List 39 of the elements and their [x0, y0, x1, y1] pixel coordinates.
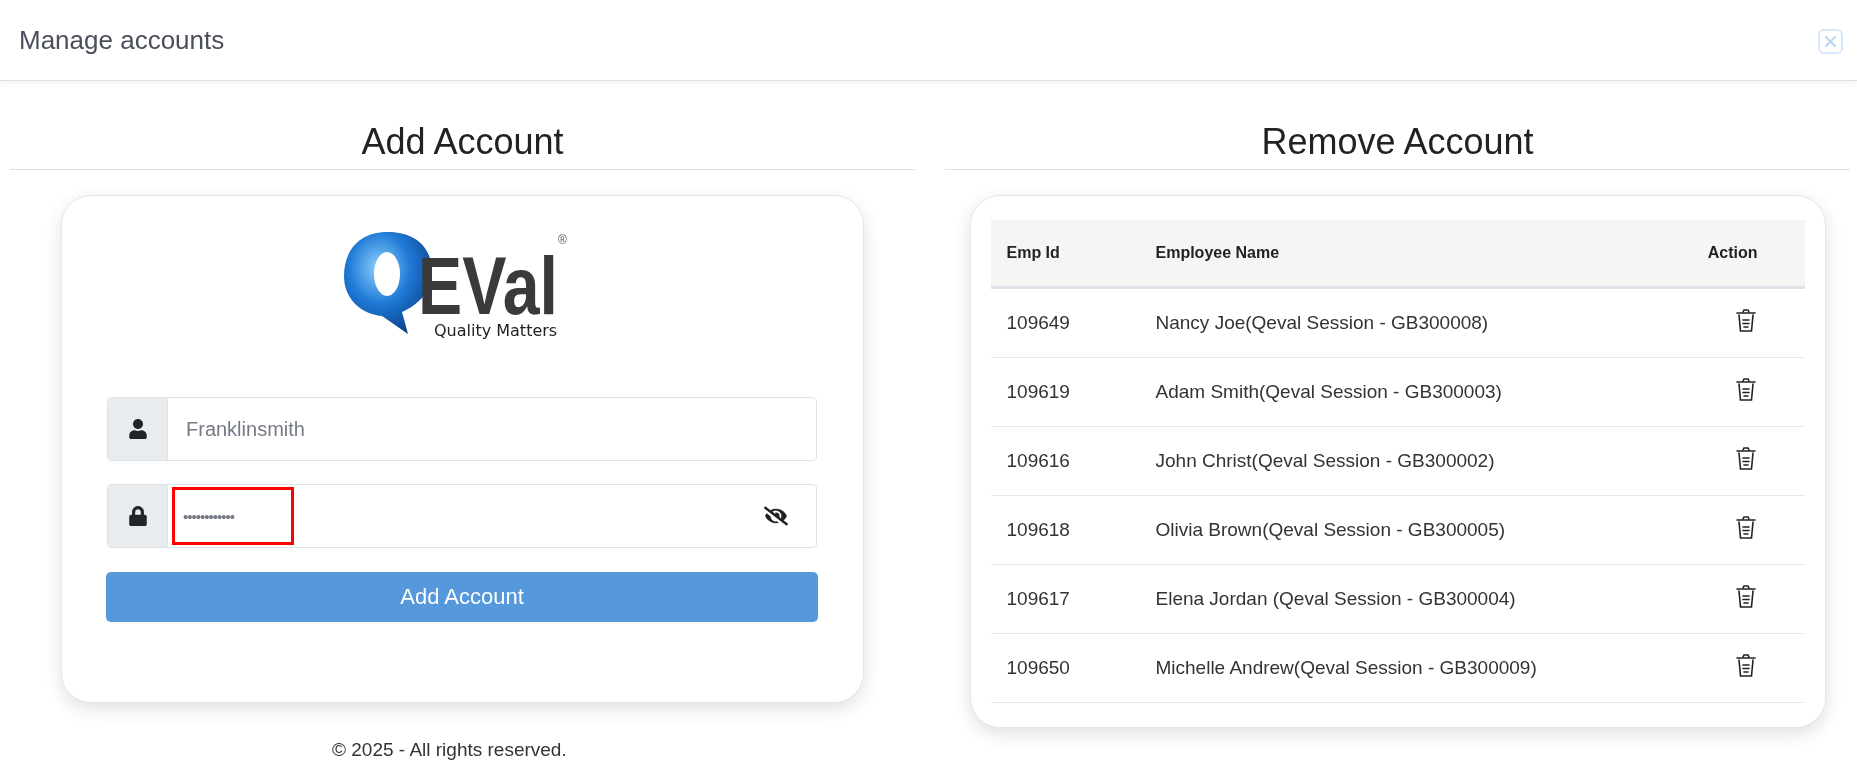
column-header: Emp Id — [990, 220, 1144, 288]
table-cell: 109618 — [990, 495, 1144, 565]
close-icon — [1825, 35, 1836, 47]
delete-button[interactable] — [1735, 308, 1756, 333]
window-title: Manage accounts — [19, 24, 225, 56]
table-cell: 109619 — [990, 357, 1144, 427]
column-header: Employee Name — [1143, 220, 1674, 288]
trash-icon — [1735, 308, 1756, 333]
trash-icon — [1735, 584, 1756, 609]
logo-drawing: EVal® Quality Matters — [342, 224, 582, 344]
delete-button[interactable] — [1735, 584, 1756, 609]
table-cell: John Christ(Qeval Session - GB300002) — [1143, 426, 1674, 496]
trash-icon — [1735, 653, 1756, 678]
trash-icon — [1735, 515, 1756, 540]
trash-icon — [1735, 377, 1756, 402]
lock-icon — [127, 506, 148, 526]
user-icon — [127, 419, 148, 439]
table-cell: 109617 — [990, 564, 1144, 634]
password-field[interactable]: •••••••••••• — [107, 484, 817, 548]
table-cell: 109616 — [990, 426, 1144, 496]
table-cell: 109650 — [990, 633, 1144, 703]
delete-button[interactable] — [1735, 446, 1756, 471]
table-cell: Adam Smith(Qeval Session - GB300003) — [1143, 357, 1674, 427]
section-heading: Add Account — [10, 121, 915, 170]
table-cell: Olivia Brown(Qeval Session - GB300005) — [1143, 495, 1674, 565]
column-header: Action — [1673, 220, 1805, 288]
copyright-text: © 2025 - All rights reserved. — [331, 739, 568, 761]
table-cell: 109649 — [990, 287, 1144, 358]
section-heading: Remove Account — [945, 121, 1850, 170]
delete-button[interactable] — [1735, 515, 1756, 540]
password-input[interactable]: •••••••••••• — [172, 487, 294, 545]
delete-button[interactable] — [1735, 653, 1756, 678]
trash-icon — [1735, 446, 1756, 471]
table-cell: Nancy Joe(Qeval Session - GB300008) — [1143, 287, 1674, 358]
delete-button[interactable] — [1735, 377, 1756, 402]
table-cell: Michelle Andrew(Qeval Session - GB300009) — [1143, 633, 1674, 703]
table-cell: Elena Jordan (Qeval Session - GB300004) — [1143, 564, 1674, 634]
add-account-button[interactable]: Add Account — [106, 572, 818, 622]
eye-slash-icon — [764, 504, 788, 528]
